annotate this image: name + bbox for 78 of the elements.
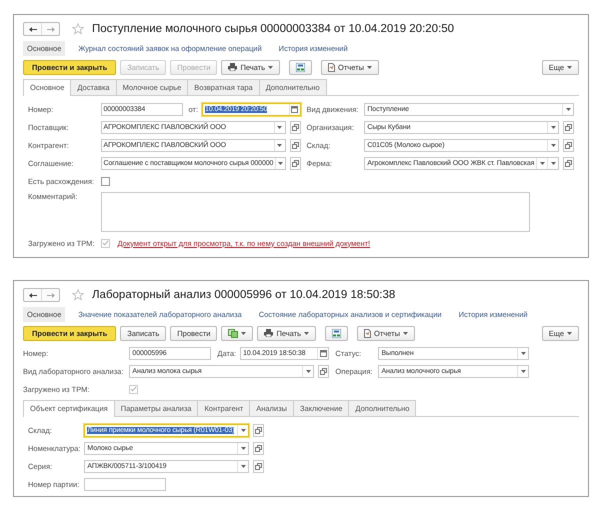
- open-button[interactable]: [563, 156, 574, 170]
- open-button[interactable]: [563, 138, 574, 152]
- caret-icon: [520, 352, 526, 354]
- dropdown-button[interactable]: [517, 348, 528, 358]
- structure-button[interactable]: [325, 326, 348, 340]
- caret-icon: [241, 332, 246, 334]
- caret-icon: [567, 332, 572, 334]
- caret-icon: [278, 162, 283, 164]
- window-title: Поступление молочного сырья 00000003384 от 10.04.2019 20:20:50: [92, 23, 454, 35]
- open-button[interactable]: [563, 120, 574, 134]
- dropdown-button[interactable]: [237, 442, 248, 454]
- caret-icon: [304, 332, 310, 334]
- open-button[interactable]: [253, 442, 264, 454]
- open-button[interactable]: [253, 424, 264, 436]
- create-based-on-button[interactable]: [221, 326, 254, 340]
- open-icon: [255, 426, 262, 434]
- open-button[interactable]: [253, 460, 264, 472]
- structure-button[interactable]: [289, 60, 312, 74]
- documents-icon: [228, 328, 238, 338]
- report-icon: [364, 328, 372, 338]
- caret-icon: [306, 370, 311, 372]
- caret-icon: [550, 126, 556, 128]
- caret-icon: [402, 332, 408, 334]
- caret-icon: [240, 464, 246, 468]
- open-button[interactable]: [290, 138, 300, 152]
- caret-icon: [240, 428, 246, 432]
- caret-icon: [240, 446, 246, 450]
- input-field[interactable]: [84, 478, 166, 490]
- open-icon: [292, 124, 298, 130]
- printer-icon: [228, 63, 238, 71]
- open-icon: [565, 160, 572, 166]
- star-icon[interactable]: [72, 23, 84, 35]
- hierarchy-icon: [296, 62, 306, 72]
- star-icon[interactable]: [72, 289, 84, 301]
- caret-icon: [520, 370, 526, 372]
- open-icon: [292, 160, 298, 166]
- calendar-button[interactable]: [288, 104, 300, 114]
- window-title: Лабораторный анализ 000005996 от 10.04.2019 18:50:38: [92, 289, 396, 301]
- open-button[interactable]: [290, 156, 300, 170]
- dropdown-button[interactable]: [562, 104, 574, 114]
- calendar-button[interactable]: [317, 348, 328, 358]
- open-icon: [255, 462, 262, 470]
- open-button[interactable]: [290, 120, 300, 134]
- dropdown-button[interactable]: [302, 366, 314, 376]
- open-icon: [320, 368, 328, 374]
- caret-icon: [366, 66, 372, 68]
- calendar-icon: [320, 350, 327, 356]
- choice-button[interactable]: [547, 158, 558, 168]
- arrow-right-icon: [46, 26, 54, 32]
- dropdown-button[interactable]: [547, 140, 558, 150]
- comment-field[interactable]: [100, 192, 530, 232]
- arrow-left-icon: [28, 26, 36, 32]
- caret-icon: [566, 108, 571, 110]
- arrow-right-icon: [46, 292, 54, 298]
- calendar-icon: [291, 106, 298, 112]
- dropdown-button[interactable]: [237, 460, 248, 472]
- arrow-left-icon: [28, 292, 36, 298]
- open-icon: [565, 124, 572, 130]
- caret-icon: [567, 66, 572, 68]
- open-icon: [292, 142, 298, 148]
- printer-icon: [264, 329, 274, 337]
- dropdown-button[interactable]: [275, 158, 284, 168]
- dropdown-button[interactable]: [536, 158, 548, 168]
- caret-icon: [268, 66, 274, 68]
- dropdown-button[interactable]: [274, 122, 284, 132]
- dropdown-button[interactable]: [237, 424, 248, 436]
- checkbox[interactable]: [100, 176, 110, 186]
- caret-icon: [277, 144, 282, 146]
- report-icon: [328, 62, 336, 72]
- dropdown-button[interactable]: [517, 366, 528, 376]
- caret-icon: [550, 144, 556, 146]
- dropdown-button[interactable]: [274, 140, 284, 150]
- caret-icon: [277, 126, 282, 128]
- open-button[interactable]: [318, 364, 330, 378]
- hierarchy-icon: [332, 328, 342, 338]
- open-icon: [565, 142, 572, 148]
- open-icon: [255, 444, 262, 452]
- dropdown-button[interactable]: [547, 122, 558, 132]
